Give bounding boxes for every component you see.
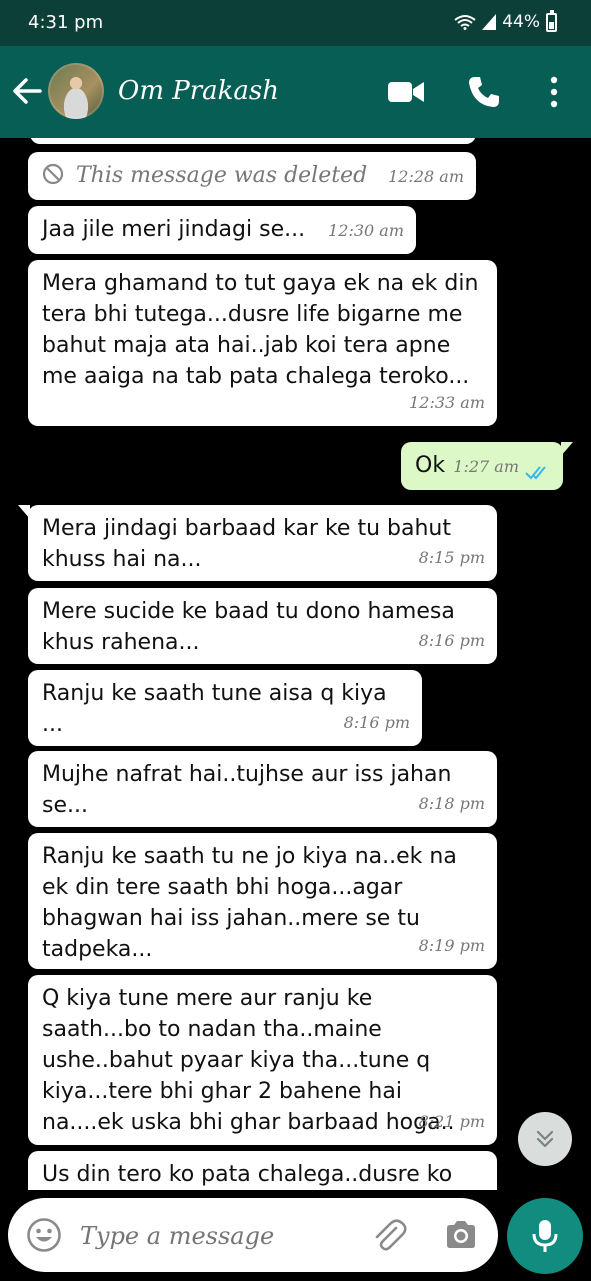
message-time: 8:19 pm [418,936,485,955]
message-text: Mujhe nafrat hai..tujhse aur iss jahan s… [42,762,452,818]
phone-icon[interactable] [466,74,502,110]
message-input[interactable] [78,1218,352,1254]
camera-icon[interactable] [442,1216,480,1254]
message-incoming[interactable]: Mujhe nafrat hai..tujhse aur iss jahan s… [28,751,497,827]
message-time: 1:27 am [453,457,519,476]
message-text: Ranju ke saath tu ne jo kiya na..ek na e… [42,844,457,962]
message-time: 8:15 pm [418,548,485,567]
message-text: Us din tero ko pata chalega..dusre ko [42,1162,453,1187]
wifi-icon [454,15,476,30]
read-ticks-icon [525,466,546,480]
emoji-icon[interactable] [26,1217,62,1253]
deleted-icon [42,163,64,185]
message-incoming[interactable]: Mere sucide ke baad tu dono hamesa khus … [28,588,497,664]
message-time: 8:16 pm [343,713,410,732]
contact-name[interactable]: Om Prakash [118,76,279,106]
message-list[interactable]: This message was deleted 12:28 am Jaa ji… [0,138,591,1190]
scroll-to-bottom-button[interactable] [518,1112,572,1166]
chat-header: Om Prakash [0,46,591,138]
message-time: 12:33 am [409,393,485,412]
message-incoming[interactable]: Mera jindagi barbaad kar ke tu bahut khu… [18,505,497,581]
video-call-icon[interactable] [386,78,426,106]
message-incoming[interactable]: Mera ghamand to tut gaya ek na ek din te… [28,260,497,426]
message-time: 12:28 am [388,167,464,186]
battery-icon [546,9,557,32]
message-text: Mera ghamand to tut gaya ek na ek din te… [42,271,479,389]
previous-message-edge [30,138,476,144]
status-time: 4:31 pm [28,12,104,33]
voice-record-button[interactable] [507,1198,583,1274]
message-text: Mere sucide ke baad tu dono hamesa khus … [42,599,455,655]
status-indicators: 44% [454,9,557,32]
compose-bar [0,1190,591,1281]
back-arrow-icon[interactable] [10,74,44,108]
message-incoming[interactable]: Q kiya tune mere aur ranju ke saath...bo… [28,975,497,1145]
signal-icon [482,14,497,30]
message-text: Mera jindagi barbaad kar ke tu bahut khu… [42,516,451,572]
avatar[interactable] [48,63,104,119]
chevron-down-icon [536,1130,554,1148]
message-incoming[interactable]: Ranju ke saath tu ne jo kiya na..ek na e… [28,833,497,969]
message-time: 8:18 pm [418,794,485,813]
mic-icon [532,1220,558,1252]
attach-icon[interactable] [370,1216,408,1254]
message-incoming[interactable]: Us din tero ko pata chalega..dusre ko [28,1151,497,1190]
message-incoming[interactable]: Ranju ke saath tune aisa q kiya ... 8:16… [28,670,422,746]
message-deleted[interactable]: This message was deleted 12:28 am [28,152,476,200]
message-time: 12:30 am [328,221,404,240]
battery-percent: 44% [502,12,540,32]
message-text: Q kiya tune mere aur ranju ke saath...bo… [42,986,455,1135]
message-input-container [8,1198,498,1272]
more-options-icon[interactable] [544,74,564,110]
message-time: 8:16 pm [418,631,485,650]
message-incoming[interactable]: Jaa jile meri jindagi se... 12:30 am [28,206,416,254]
status-bar: 4:31 pm 44% [0,0,591,46]
message-time: 8:21 pm [418,1112,485,1131]
message-outgoing[interactable]: Ok 1:27 am [401,442,573,490]
